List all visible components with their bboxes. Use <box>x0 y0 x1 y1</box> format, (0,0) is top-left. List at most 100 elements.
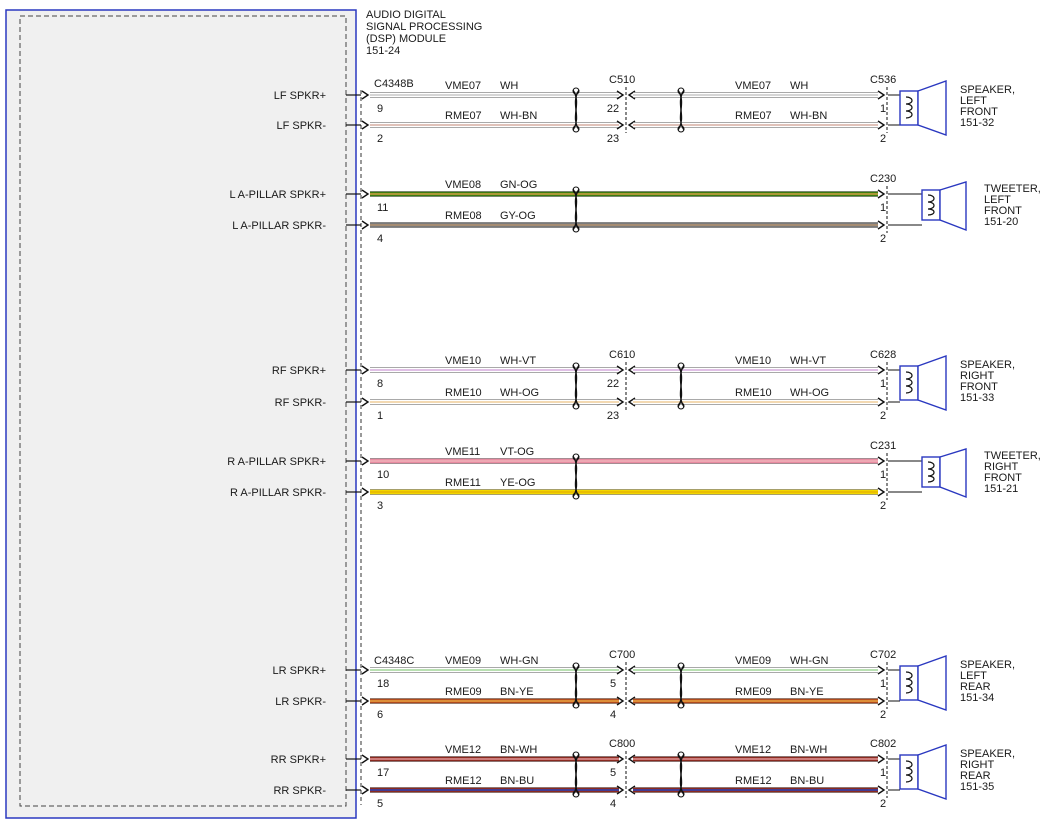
wire-circuit-label: RME08 <box>445 210 482 222</box>
module-pin-number: 11 <box>377 202 388 214</box>
wire-color-label: BN-YE <box>500 686 534 698</box>
device-pin-arrow <box>877 665 886 675</box>
wire-circuit-label: VME09 <box>735 655 771 667</box>
module-pin-number: 10 <box>377 469 389 481</box>
wire-color-label: GN-OG <box>500 179 537 191</box>
device-pin-number: 2 <box>880 500 886 512</box>
wire-circuit-label: VME11 <box>445 446 480 458</box>
module-pin-number: 5 <box>377 798 383 810</box>
wire-circuit-label: RME12 <box>445 775 482 787</box>
device-connector-name: C230 <box>870 173 896 185</box>
wire-circuit-label: VME10 <box>445 355 481 367</box>
inline-pin-number: 4 <box>610 798 616 810</box>
module-pin-arrow <box>361 397 370 407</box>
tweeter-magnet <box>921 456 941 488</box>
wire-color-label: WH-OG <box>500 387 539 399</box>
module-pin-number: 17 <box>377 767 389 779</box>
module-connector-c4348b: C4348B <box>374 78 414 90</box>
wire-stripe <box>370 669 619 671</box>
device-connector-name: C231 <box>870 440 896 452</box>
inline-pin-number: 4 <box>610 709 616 721</box>
inline-pin-number: 23 <box>607 133 619 145</box>
module-pin-label: LF SPKR+ <box>274 90 326 102</box>
module-pin-number: 18 <box>377 678 389 690</box>
wire-circuit-label: RME09 <box>735 686 772 698</box>
device-pin-number: 1 <box>880 378 886 390</box>
device-pin-arrow <box>877 90 886 100</box>
wire-color-label: WH <box>500 80 518 92</box>
inline-pin-number: 23 <box>607 410 619 422</box>
module-pin-number: 8 <box>377 378 383 390</box>
tweeter-icon <box>921 448 967 499</box>
wire-vme08 <box>370 191 878 197</box>
speaker-magnet <box>899 90 919 126</box>
module-pin-label: RF SPKR+ <box>272 365 326 377</box>
wire-stripe <box>370 193 878 195</box>
inline-pin-number: 5 <box>610 767 616 779</box>
module-pin-number: 4 <box>377 233 383 245</box>
tweeter-icon <box>921 181 967 232</box>
wire-color-label: WH-GN <box>500 655 539 667</box>
device-label-line: 151-33 <box>960 392 994 404</box>
speaker-cone <box>917 744 947 800</box>
wire-circuit-label: VME12 <box>735 744 771 756</box>
module-pin-label: RR SPKR+ <box>271 754 326 766</box>
module-pin-arrow <box>361 220 370 230</box>
wire-stripe <box>370 224 878 226</box>
module-pin-arrow <box>361 754 370 764</box>
device-pin-number: 2 <box>880 233 886 245</box>
wire-vme10-harness-a <box>370 367 619 373</box>
device-label-line: 151-21 <box>984 483 1018 495</box>
module-pin-label: R A-PILLAR SPKR- <box>230 487 326 499</box>
wire-circuit-label: RME11 <box>445 477 481 489</box>
module-pin-arrow <box>361 487 370 497</box>
module-pin-label: R A-PILLAR SPKR+ <box>227 456 326 468</box>
tweeter-cone <box>939 448 967 499</box>
device-pin-number: 1 <box>880 767 886 779</box>
module-pin-arrow <box>361 696 370 706</box>
wire-rme08 <box>370 222 878 228</box>
device-label-line: 151-32 <box>960 117 994 129</box>
speaker-magnet <box>899 754 919 790</box>
wire-color-label: YE-OG <box>500 477 535 489</box>
device-pin-arrow <box>877 397 886 407</box>
device-pin-number: 1 <box>880 469 886 481</box>
wire-circuit-label: VME09 <box>445 655 481 667</box>
device-pin-number: 2 <box>880 709 886 721</box>
wire-rme11 <box>370 489 878 495</box>
device-pin-number: 1 <box>880 678 886 690</box>
speaker-cone <box>917 655 947 711</box>
wire-color-label: BN-WH <box>500 744 537 756</box>
wire-vme07-harness-a <box>370 92 619 98</box>
inline-connector-name: C610 <box>609 349 635 361</box>
inline-pin-number: 22 <box>607 103 619 115</box>
wire-color-label: WH <box>790 80 808 92</box>
speaker-icon <box>899 655 947 711</box>
wire-vme10-harness-b <box>633 367 878 373</box>
device-connector-name: C802 <box>870 738 896 750</box>
module-connector-c4348c: C4348C <box>374 655 414 667</box>
module-pin-arrow <box>361 665 370 675</box>
module-pin-number: 2 <box>377 133 383 145</box>
module-name-line: 151-24 <box>366 45 400 57</box>
wire-color-label: VT-OG <box>500 446 534 458</box>
module-pin-label: RF SPKR- <box>275 397 327 409</box>
wire-vme09-harness-a <box>370 667 619 673</box>
inline-connector-name: C800 <box>609 738 635 750</box>
wire-stripe <box>370 758 619 760</box>
module-name-line: (DSP) MODULE <box>366 33 446 45</box>
wire-circuit-label: VME07 <box>735 80 771 92</box>
device-connector-name: C702 <box>870 649 896 661</box>
speaker-cone <box>917 355 947 411</box>
module-pin-arrow <box>361 120 370 130</box>
wire-color-label: WH-VT <box>500 355 536 367</box>
inline-pin-number: 5 <box>610 678 616 690</box>
device-label-line: 151-20 <box>984 216 1018 228</box>
wire-color-label: WH-BN <box>790 110 827 122</box>
wire-vme09-harness-b <box>633 667 878 673</box>
module-pin-arrow <box>361 189 370 199</box>
wire-circuit-label: RME12 <box>735 775 772 787</box>
wire-circuit-label: RME10 <box>445 387 482 399</box>
wire-stripe <box>633 124 878 126</box>
wire-vme11 <box>370 458 878 464</box>
